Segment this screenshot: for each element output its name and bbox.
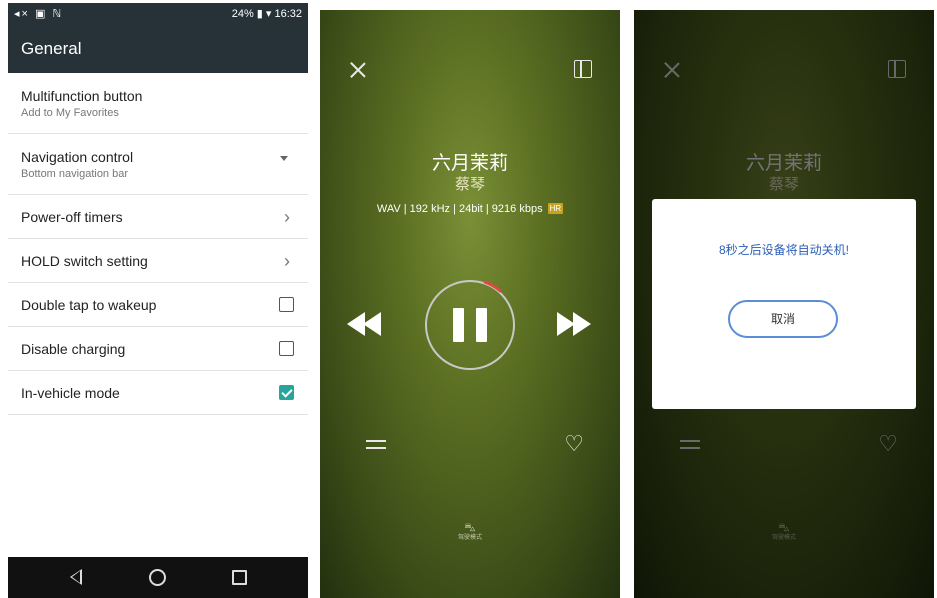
audio-format-text: WAV | 192 kHz | 24bit | 9216 kbps xyxy=(376,203,543,215)
setting-double-tap-wakeup[interactable]: Double tap to wakeup xyxy=(8,283,308,327)
setting-label: Double tap to wakeup xyxy=(21,297,157,313)
song-artist: 蔡琴 xyxy=(454,176,485,193)
play-mode-icon[interactable] xyxy=(366,436,386,452)
pause-icon xyxy=(453,308,464,342)
car-icon: ⛍ xyxy=(464,521,476,534)
close-icon[interactable] xyxy=(348,60,368,80)
setting-value: Bottom navigation bar xyxy=(21,168,129,180)
output-device-icon[interactable] xyxy=(574,60,592,78)
setting-label: HOLD switch setting xyxy=(21,253,148,269)
page-title: General xyxy=(21,39,82,58)
song-title: 六月茉莉 xyxy=(431,153,508,174)
car-mode-button[interactable]: ⛍ 驾驶模式 xyxy=(320,522,620,543)
chevron-right-icon[interactable]: › xyxy=(284,251,290,272)
home-icon[interactable] xyxy=(149,569,166,586)
cancel-button[interactable]: 取消 xyxy=(728,300,838,338)
setting-label: Disable charging xyxy=(21,341,126,357)
status-icons: ◂× ▣ ℕ xyxy=(14,8,64,20)
setting-disable-charging[interactable]: Disable charging xyxy=(8,327,308,371)
app-bar: General xyxy=(8,25,308,73)
status-bar: ◂× ▣ ℕ 24% ▮ ▾ 16:32 xyxy=(8,3,308,25)
setting-label: Multifunction button xyxy=(21,88,143,104)
recent-apps-icon[interactable] xyxy=(232,570,247,585)
setting-label: Power-off timers xyxy=(21,209,123,225)
system-nav-bar xyxy=(8,557,308,598)
status-battery-time: 24% ▮ ▾ 16:32 xyxy=(231,8,302,20)
checkbox-disable-charging[interactable] xyxy=(279,341,294,356)
back-icon[interactable] xyxy=(70,569,82,585)
next-icon[interactable] xyxy=(557,312,593,336)
audio-format: WAV | 192 kHz | 24bit | 9216 kbps HR xyxy=(320,203,620,215)
setting-label: Navigation control xyxy=(21,149,134,165)
settings-screen: ◂× ▣ ℕ 24% ▮ ▾ 16:32 General Multifuncti… xyxy=(8,3,308,598)
dropdown-arrow-icon[interactable] xyxy=(280,156,288,161)
setting-value: Add to My Favorites xyxy=(21,107,119,119)
car-mode-label: 驾驶模式 xyxy=(457,535,482,541)
player-screen: 六月茉莉 蔡琴 WAV | 192 kHz | 24bit | 9216 kbp… xyxy=(320,10,620,598)
checkbox-in-vehicle-mode[interactable] xyxy=(279,385,294,400)
dialog-message: 8秒之后设备将自动关机! xyxy=(718,243,849,257)
play-pause-button[interactable] xyxy=(425,280,515,370)
favorite-heart-icon[interactable]: ♡ xyxy=(564,434,584,456)
setting-power-off-timers[interactable]: Power-off timers › xyxy=(8,195,308,239)
setting-label: In-vehicle mode xyxy=(21,385,120,401)
shutdown-dialog: 8秒之后设备将自动关机! 取消 xyxy=(652,199,916,409)
player-screen-with-dialog: 六月茉莉 蔡琴 ♡ ⛍ 驾驶模式 8秒之后设备将自动关机! 取消 xyxy=(634,10,934,598)
hr-badge: HR xyxy=(547,203,564,214)
setting-hold-switch[interactable]: HOLD switch setting › xyxy=(8,239,308,283)
setting-in-vehicle-mode[interactable]: In-vehicle mode xyxy=(8,371,308,415)
pause-icon xyxy=(476,308,487,342)
setting-navigation-control[interactable]: Navigation control Bottom navigation bar xyxy=(8,134,308,195)
chevron-right-icon[interactable]: › xyxy=(284,207,290,228)
setting-multifunction-button[interactable]: Multifunction button Add to My Favorites xyxy=(8,73,308,134)
checkbox-double-tap[interactable] xyxy=(279,297,294,312)
settings-list: Multifunction button Add to My Favorites… xyxy=(8,73,308,415)
